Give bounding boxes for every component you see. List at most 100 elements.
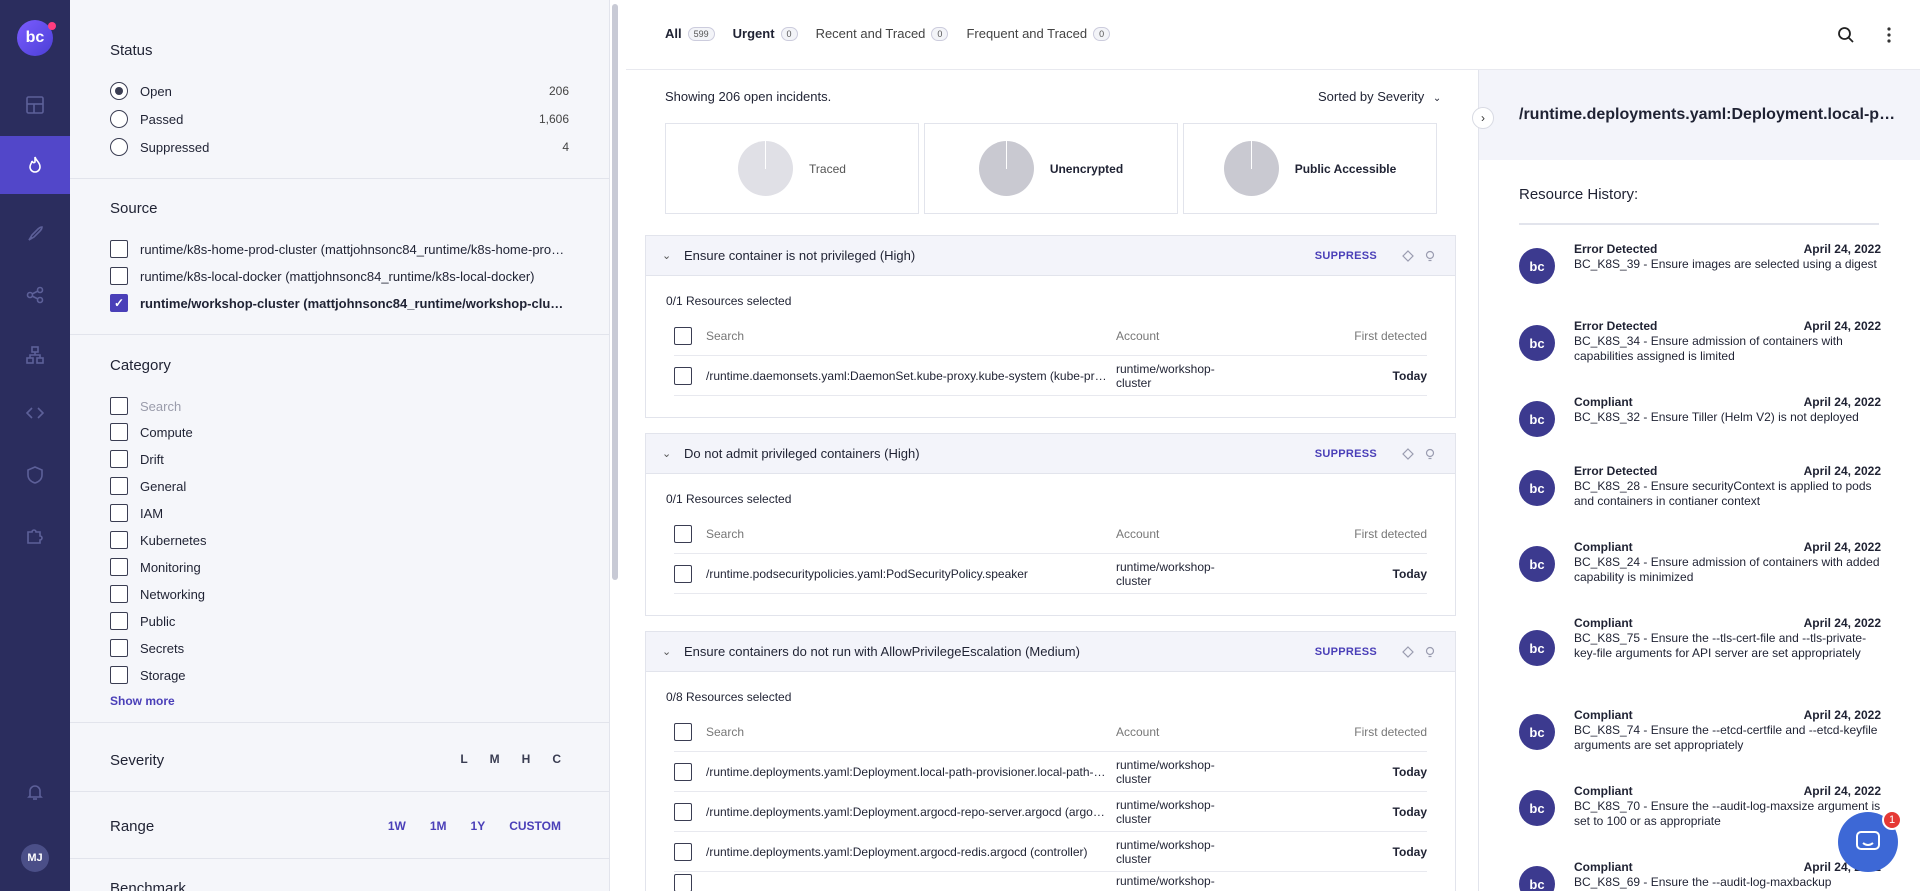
lightbulb-icon[interactable]	[1423, 645, 1437, 659]
row-checkbox[interactable]	[674, 762, 692, 781]
suppress-button[interactable]: SUPPRESS	[1315, 448, 1377, 460]
source-option[interactable]: runtime/workshop-cluster (mattjohnsonc84…	[110, 292, 569, 314]
nav-hierarchy[interactable]	[0, 326, 70, 384]
row-checkbox[interactable]	[674, 564, 692, 583]
category-option[interactable]: Drift	[110, 448, 569, 470]
radio-button[interactable]	[110, 138, 128, 156]
category-search-input[interactable]: Search	[140, 399, 181, 414]
search-button[interactable]	[1835, 24, 1857, 46]
tab-frequent-and-traced[interactable]: Frequent and Traced 0	[966, 26, 1111, 41]
checkbox-checked[interactable]	[110, 294, 128, 312]
checkbox[interactable]	[110, 450, 128, 468]
severity-critical[interactable]: C	[552, 752, 561, 766]
severity-medium[interactable]: M	[490, 752, 500, 766]
severity-low[interactable]: L	[460, 752, 467, 766]
category-option[interactable]: Storage	[110, 664, 569, 686]
checkbox[interactable]	[110, 666, 128, 684]
category-search[interactable]: Search	[110, 395, 569, 417]
policy-header[interactable]: ⌄ Ensure container is not privileged (Hi…	[646, 236, 1455, 276]
category-option[interactable]: Networking	[110, 583, 569, 605]
checkbox[interactable]	[110, 504, 128, 522]
stat-card-unencrypted[interactable]: Unencrypted	[924, 123, 1178, 214]
checkbox[interactable]	[110, 240, 128, 258]
table-row[interactable]: /runtime.deployments.yaml:Deployment.loc…	[674, 752, 1427, 792]
checkbox[interactable]	[110, 267, 128, 285]
nav-notifications[interactable]	[0, 763, 70, 821]
row-checkbox[interactable]	[674, 366, 692, 385]
select-all-checkbox[interactable]	[674, 524, 692, 543]
row-checkbox[interactable]	[674, 842, 692, 861]
checkbox[interactable]	[110, 585, 128, 603]
show-more-link[interactable]: Show more	[110, 694, 175, 708]
category-option[interactable]: Compute	[110, 421, 569, 443]
nav-dashboard[interactable]	[0, 76, 70, 134]
checkbox-select-all[interactable]	[110, 397, 128, 415]
table-row[interactable]: /runtime.deployments.yaml:Deployment.arg…	[674, 792, 1427, 832]
category-option[interactable]: General	[110, 475, 569, 497]
suppress-button[interactable]: SUPPRESS	[1315, 646, 1377, 658]
filter-scrollbar[interactable]	[612, 4, 618, 580]
tab-all[interactable]: All 599	[665, 26, 715, 41]
tab-urgent[interactable]: Urgent 0	[733, 26, 798, 41]
range-custom[interactable]: CUSTOM	[509, 819, 561, 833]
table-row[interactable]: /runtime.daemonsets.yaml:DaemonSet.kube-…	[674, 356, 1427, 396]
row-checkbox[interactable]	[674, 802, 692, 821]
category-option[interactable]: Secrets	[110, 637, 569, 659]
checkbox[interactable]	[110, 531, 128, 549]
resource-search-input[interactable]: Search	[706, 527, 1116, 541]
chevron-down-icon[interactable]: ⌄	[662, 447, 676, 460]
user-avatar[interactable]: MJ	[21, 844, 49, 872]
stat-card-public-accessible[interactable]: Public Accessible	[1183, 123, 1437, 214]
collapse-panel-button[interactable]: ›	[1472, 107, 1494, 129]
lightbulb-icon[interactable]	[1423, 447, 1437, 461]
resource-path[interactable]: /runtime.deployments.yaml:Deployment.arg…	[706, 805, 1116, 819]
checkbox[interactable]	[110, 423, 128, 441]
status-option-open[interactable]: Open 206	[110, 80, 569, 102]
resource-search-input[interactable]: Search	[706, 329, 1116, 343]
severity-high[interactable]: H	[522, 752, 531, 766]
diamond-icon[interactable]	[1401, 645, 1415, 659]
resource-path[interactable]: /runtime.deployments.yaml:Deployment.loc…	[706, 765, 1116, 779]
policy-header[interactable]: ⌄ Ensure containers do not run with Allo…	[646, 632, 1455, 672]
category-option[interactable]: IAM	[110, 502, 569, 524]
tab-recent-and-traced[interactable]: Recent and Traced 0	[816, 26, 949, 41]
category-option[interactable]: Public	[110, 610, 569, 632]
range-1w[interactable]: 1W	[388, 819, 406, 833]
category-option[interactable]: Kubernetes	[110, 529, 569, 551]
checkbox[interactable]	[110, 477, 128, 495]
row-checkbox[interactable]	[674, 874, 692, 891]
nav-incidents[interactable]	[0, 136, 70, 194]
diamond-icon[interactable]	[1401, 447, 1415, 461]
lightbulb-icon[interactable]	[1423, 249, 1437, 263]
more-options-button[interactable]	[1878, 24, 1900, 46]
checkbox[interactable]	[110, 612, 128, 630]
diamond-icon[interactable]	[1401, 249, 1415, 263]
radio-button[interactable]	[110, 82, 128, 100]
stat-card-traced[interactable]: Traced	[665, 123, 919, 214]
select-all-checkbox[interactable]	[674, 722, 692, 741]
source-option[interactable]: runtime/k8s-home-prod-cluster (mattjohns…	[110, 238, 569, 260]
resource-path[interactable]: /runtime.podsecuritypolicies.yaml:PodSec…	[706, 567, 1116, 581]
radio-button[interactable]	[110, 110, 128, 128]
checkbox[interactable]	[110, 558, 128, 576]
sort-dropdown[interactable]: Sorted by Severity ⌄	[1318, 89, 1441, 104]
chevron-down-icon[interactable]: ⌄	[662, 645, 676, 658]
resource-path[interactable]: /runtime.daemonsets.yaml:DaemonSet.kube-…	[706, 369, 1116, 383]
resource-search-input[interactable]: Search	[706, 725, 1116, 739]
checkbox[interactable]	[110, 639, 128, 657]
nav-deploy[interactable]	[0, 205, 70, 263]
nav-code[interactable]	[0, 384, 70, 442]
nav-integrations[interactable]	[0, 506, 70, 564]
range-1m[interactable]: 1M	[430, 819, 447, 833]
policy-header[interactable]: ⌄ Do not admit privileged containers (Hi…	[646, 434, 1455, 474]
chevron-down-icon[interactable]: ⌄	[662, 249, 676, 262]
source-option[interactable]: runtime/k8s-local-docker (mattjohnsonc84…	[110, 265, 569, 287]
resource-path[interactable]: /runtime.deployments.yaml:Deployment.arg…	[706, 845, 1116, 859]
nav-graph[interactable]	[0, 266, 70, 324]
table-row[interactable]: runtime/workshop-	[674, 872, 1427, 891]
range-1y[interactable]: 1Y	[471, 819, 486, 833]
category-option[interactable]: Monitoring	[110, 556, 569, 578]
table-row[interactable]: /runtime.deployments.yaml:Deployment.arg…	[674, 832, 1427, 872]
suppress-button[interactable]: SUPPRESS	[1315, 250, 1377, 262]
table-row[interactable]: /runtime.podsecuritypolicies.yaml:PodSec…	[674, 554, 1427, 594]
